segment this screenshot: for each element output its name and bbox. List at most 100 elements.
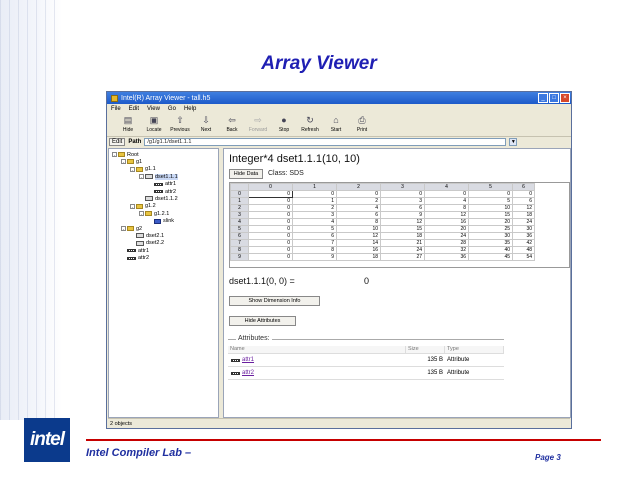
grid-cell[interactable]: 48 — [512, 246, 535, 254]
grid-cell[interactable]: 27 — [380, 253, 425, 261]
grid-cell[interactable]: 30 — [512, 225, 535, 233]
grid-cell[interactable]: 12 — [512, 204, 535, 212]
grid-cell[interactable]: 4 — [292, 218, 337, 226]
grid-cell[interactable]: 15 — [468, 211, 513, 219]
grid-cell[interactable]: 14 — [336, 239, 381, 247]
grid-cell[interactable]: 35 — [468, 239, 513, 247]
grid-cell[interactable]: 6 — [336, 211, 381, 219]
grid-cell[interactable]: 10 — [336, 225, 381, 233]
tree-toggle-icon[interactable]: - — [130, 203, 135, 209]
grid-cell[interactable]: 6 — [512, 197, 535, 205]
grid-cell[interactable]: 5 — [468, 197, 513, 205]
tree-toggle-icon[interactable]: - — [121, 159, 126, 165]
grid-cell[interactable]: 24 — [512, 218, 535, 226]
grid-cell[interactable]: 16 — [424, 218, 469, 226]
print-button[interactable]: ⎙ Print — [349, 113, 375, 137]
show-dimension-info-button[interactable]: Show Dimension Info — [229, 296, 320, 306]
close-button[interactable]: × — [560, 93, 570, 103]
grid-cell[interactable]: 0 — [512, 190, 535, 198]
menu-view[interactable]: View — [147, 106, 160, 112]
tree-node-folder[interactable]: - g1.2 — [130, 203, 156, 210]
grid-row-header[interactable]: 1 — [230, 197, 249, 205]
attribute-row[interactable]: attr1 135 B Attribute — [228, 354, 504, 367]
grid-cell[interactable]: 4 — [336, 204, 381, 212]
grid-column-header[interactable]: 4 — [424, 183, 469, 191]
grid-cell[interactable]: 40 — [468, 246, 513, 254]
grid-cell[interactable]: 0 — [248, 246, 293, 254]
grid-cell[interactable]: 32 — [424, 246, 469, 254]
grid-cell[interactable]: 18 — [512, 211, 535, 219]
object-tree[interactable]: - Root - g1- g1.1- dset1.1.1 attr1 attr2 dset1.1… — [108, 148, 219, 418]
grid-column-header[interactable]: 0 — [248, 183, 293, 191]
grid-column-header[interactable]: 1 — [292, 183, 337, 191]
grid-cell[interactable]: 0 — [248, 204, 293, 212]
stop-button[interactable]: ● Stop — [271, 113, 297, 137]
tree-node-folder[interactable]: - Root — [112, 151, 139, 158]
menu-file[interactable]: File — [111, 106, 121, 112]
grid-column-header[interactable]: 6 — [512, 183, 535, 191]
grid-row-header[interactable]: 0 — [230, 190, 249, 198]
grid-cell[interactable]: 12 — [380, 218, 425, 226]
data-grid[interactable]: 0 1 2 3 4 5 6 0 0 0 0 0 0 0 0 1 0 1 2 3 4 5 6 2 0 2 4 6 8 10 12 3 0 3 6 9 12… — [229, 182, 570, 268]
path-input[interactable]: /g1/g1.1/dset1.1.1 — [144, 138, 507, 146]
grid-cell[interactable]: 54 — [512, 253, 535, 261]
tree-node-attribute[interactable]: attr2 — [148, 188, 176, 195]
path-dropdown-button[interactable]: ▼ — [509, 138, 518, 146]
attribute-name[interactable]: attr2 — [242, 370, 254, 376]
grid-cell[interactable]: 0 — [424, 190, 469, 198]
hide-button[interactable]: ▤ Hide — [115, 113, 141, 137]
minimize-button[interactable]: _ — [538, 93, 548, 103]
grid-cell[interactable]: 8 — [292, 246, 337, 254]
grid-cell[interactable]: 36 — [512, 232, 535, 240]
grid-row-header[interactable]: 6 — [230, 232, 249, 240]
grid-cell[interactable]: 0 — [248, 218, 293, 226]
grid-cell[interactable]: 6 — [292, 232, 337, 240]
grid-cell[interactable]: 9 — [380, 211, 425, 219]
tree-node-folder[interactable]: - g2 — [121, 225, 142, 232]
locate-button[interactable]: ▣ Locate — [141, 113, 167, 137]
grid-cell[interactable]: 0 — [336, 190, 381, 198]
grid-cell[interactable]: 3 — [380, 197, 425, 205]
tree-toggle-icon[interactable]: - — [112, 152, 117, 157]
grid-column-header[interactable]: 3 — [380, 183, 425, 191]
tree-node-link[interactable]: slink — [148, 218, 174, 225]
grid-cell[interactable]: 16 — [336, 246, 381, 254]
menu-edit[interactable]: Edit — [129, 106, 139, 112]
col-name-header[interactable]: Name — [228, 346, 406, 353]
grid-cell[interactable]: 7 — [292, 239, 337, 247]
col-type-header[interactable]: Type — [445, 346, 504, 353]
grid-cell[interactable]: 18 — [336, 253, 381, 261]
grid-cell[interactable]: 0 — [248, 211, 293, 219]
grid-cell[interactable]: 45 — [468, 253, 513, 261]
attribute-row[interactable]: attr2 135 B Attribute — [228, 367, 504, 380]
grid-row-header[interactable]: 8 — [230, 246, 249, 254]
grid-cell[interactable]: 0 — [248, 239, 293, 247]
grid-row-header[interactable]: 3 — [230, 211, 249, 219]
tree-toggle-icon[interactable]: - — [121, 226, 126, 231]
tree-node-dataset[interactable]: dset2.1 — [130, 232, 164, 239]
hide-attributes-button[interactable]: Hide Attributes — [229, 316, 296, 326]
grid-cell[interactable]: 6 — [380, 204, 425, 212]
grid-cell[interactable]: 28 — [424, 239, 469, 247]
tree-node-attribute[interactable]: attr1 — [148, 181, 176, 188]
grid-cell[interactable]: 10 — [468, 204, 513, 212]
previous-button[interactable]: ⇧ Previous — [167, 113, 193, 137]
grid-cell[interactable]: 0 — [292, 190, 337, 198]
hide-data-button[interactable]: Hide Data — [229, 169, 263, 179]
grid-cell[interactable]: 25 — [468, 225, 513, 233]
grid-cell[interactable]: 24 — [380, 246, 425, 254]
grid-row-header[interactable]: 7 — [230, 239, 249, 247]
edit-button[interactable]: Edit — [109, 138, 126, 146]
grid-cell[interactable]: 9 — [292, 253, 337, 261]
grid-cell[interactable]: 0 — [248, 225, 293, 233]
tree-toggle-icon[interactable]: - — [130, 166, 135, 172]
grid-cell[interactable]: 0 — [468, 190, 513, 198]
menu-go[interactable]: Go — [168, 106, 176, 112]
tree-node-dataset[interactable]: dset1.1.2 — [139, 195, 178, 202]
grid-cell[interactable]: 0 — [248, 197, 293, 205]
col-size-header[interactable]: Size — [406, 346, 445, 353]
grid-row-header[interactable]: 9 — [230, 253, 249, 261]
grid-cell[interactable]: 2 — [336, 197, 381, 205]
grid-cell[interactable]: 18 — [380, 232, 425, 240]
grid-cell[interactable]: 24 — [424, 232, 469, 240]
